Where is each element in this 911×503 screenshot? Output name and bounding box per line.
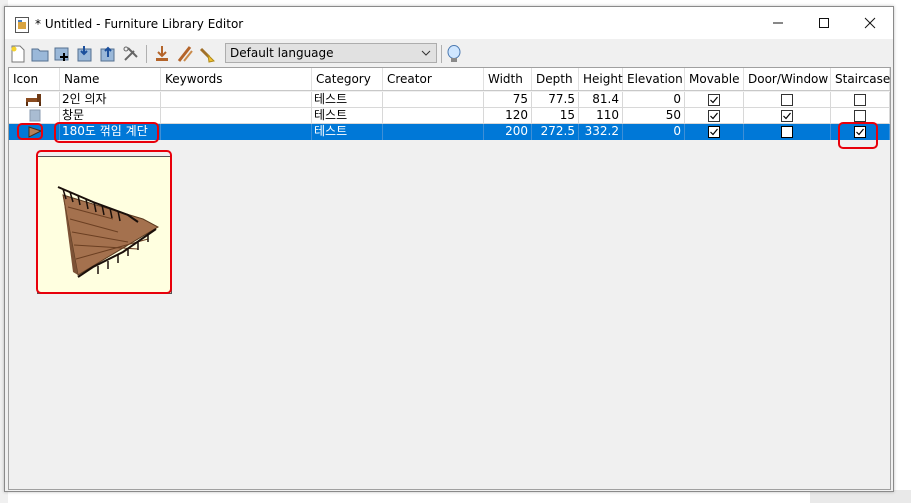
depth-cell: 272.5 [532, 124, 579, 140]
elevation-cell: 0 [623, 124, 685, 140]
close-button[interactable] [847, 7, 893, 39]
depth-cell: 15 [532, 108, 579, 124]
table-row[interactable]: 2인 의자 테스트 75 77.5 81.4 0 [9, 92, 890, 108]
depth-cell: 77.5 [532, 92, 579, 108]
column-header-name[interactable]: Name [60, 68, 161, 90]
modify-icon[interactable] [176, 45, 194, 63]
column-header-width[interactable]: Width [484, 68, 532, 90]
column-header-movable[interactable]: Movable [685, 68, 744, 90]
keywords-cell [161, 92, 312, 108]
highlight-staircase [838, 122, 878, 149]
row-icon-cell [9, 92, 60, 108]
toolbar: Default language [5, 41, 893, 67]
highlight-name [54, 122, 159, 143]
elevation-cell: 0 [623, 92, 685, 108]
door-window-checkbox[interactable] [781, 94, 793, 106]
header-divider [9, 90, 890, 91]
row-icon-cell [9, 108, 60, 124]
column-header-creator[interactable]: Creator [383, 68, 484, 90]
minimize-button[interactable] [755, 7, 801, 39]
column-header-staircase[interactable]: Staircase [831, 68, 890, 90]
language-select[interactable]: Default language [225, 43, 437, 63]
add-furniture-icon[interactable] [53, 45, 71, 63]
settings-icon[interactable] [122, 45, 140, 63]
open-icon[interactable] [31, 45, 49, 63]
toolbar-separator [441, 45, 442, 63]
creator-cell [383, 92, 484, 108]
height-cell: 332.2 [579, 124, 623, 140]
highlight-icon [17, 123, 43, 140]
delete-icon[interactable] [199, 45, 217, 63]
height-cell: 110 [579, 108, 623, 124]
export-icon[interactable] [99, 45, 117, 63]
column-header-depth[interactable]: Depth [532, 68, 579, 90]
column-header-icon[interactable]: Icon [9, 68, 60, 90]
door-window-cell [744, 92, 831, 108]
name-cell: 2인 의자 [60, 92, 161, 108]
column-header-door-window[interactable]: Door/Window [744, 68, 831, 90]
new-icon[interactable] [9, 45, 27, 63]
movable-cell [685, 124, 744, 140]
width-cell: 200 [484, 124, 532, 140]
import-furniture-icon[interactable] [153, 45, 171, 63]
staircase-checkbox[interactable] [854, 94, 866, 106]
maximize-button[interactable] [801, 7, 847, 39]
category-cell: 테스트 [312, 108, 383, 124]
chair-icon [26, 94, 41, 106]
movable-checkbox[interactable] [708, 126, 720, 138]
staircase-cell [831, 92, 890, 108]
category-cell: 테스트 [312, 124, 383, 140]
language-select-value: Default language [230, 46, 334, 60]
door-window-cell [744, 108, 831, 124]
elevation-cell: 50 [623, 108, 685, 124]
creator-cell [383, 108, 484, 124]
keywords-cell [161, 124, 312, 140]
import-icon[interactable] [76, 45, 94, 63]
movable-cell [685, 92, 744, 108]
category-cell: 테스트 [312, 92, 383, 108]
highlight-preview [36, 150, 172, 294]
width-cell: 120 [484, 108, 532, 124]
door-window-checkbox[interactable] [781, 110, 793, 122]
creator-cell [383, 124, 484, 140]
window-icon [29, 109, 41, 122]
height-cell: 81.4 [579, 92, 623, 108]
keywords-cell [161, 108, 312, 124]
window-title: * Untitled - Furniture Library Editor [35, 17, 244, 31]
door-window-checkbox[interactable] [781, 126, 793, 138]
width-cell: 75 [484, 92, 532, 108]
column-header-height[interactable]: Height [579, 68, 623, 90]
movable-checkbox[interactable] [708, 94, 720, 106]
app-icon [15, 17, 29, 33]
column-header-keywords[interactable]: Keywords [161, 68, 312, 90]
door-window-cell [744, 124, 831, 140]
staircase-checkbox[interactable] [854, 110, 866, 122]
column-header-category[interactable]: Category [312, 68, 383, 90]
lightbulb-icon[interactable] [447, 44, 461, 64]
movable-cell [685, 108, 744, 124]
toolbar-separator [146, 45, 147, 63]
title-bar[interactable]: * Untitled - Furniture Library Editor [5, 7, 893, 39]
movable-checkbox[interactable] [708, 110, 720, 122]
chevron-down-icon [420, 47, 432, 59]
column-header-elevation[interactable]: Elevation [623, 68, 685, 90]
